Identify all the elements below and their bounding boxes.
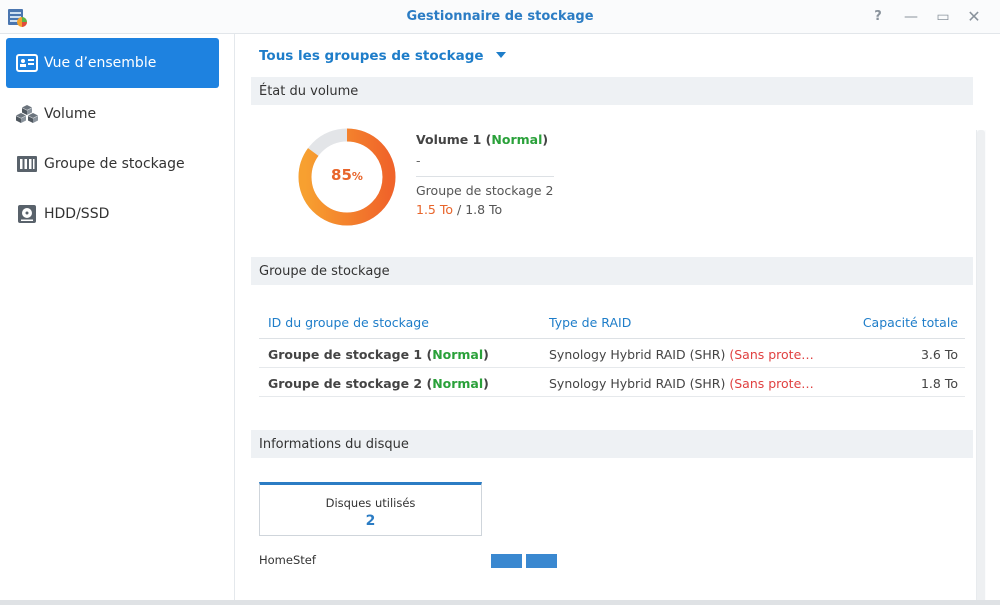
minimize-button[interactable]: — <box>901 7 921 27</box>
title-bar: Gestionnaire de stockage ? — ▭ ✕ <box>0 0 1000 34</box>
storage-group-selector[interactable]: Tous les groupes de stockage <box>259 48 506 64</box>
window-bottom-edge <box>0 600 1000 605</box>
sidebar: Vue d’ensemble Volume Groupe de stockage <box>0 34 235 605</box>
maximize-button[interactable]: ▭ <box>933 7 953 27</box>
raid-type: Synology Hybrid RAID (SHR) <box>549 347 726 362</box>
host-name: HomeStef <box>259 553 316 567</box>
table-row[interactable]: Groupe de stockage 1 (Normal) Synology H… <box>259 339 965 368</box>
close-button[interactable]: ✕ <box>964 7 984 27</box>
disk-info-header: Informations du disque <box>251 430 973 458</box>
column-header-raid[interactable]: Type de RAID <box>549 315 631 330</box>
usage-percent-unit: % <box>351 170 363 183</box>
storage-pool-header: Groupe de stockage <box>251 257 973 285</box>
usage-percent-value: 85 <box>331 166 352 184</box>
section-title: État du volume <box>259 84 359 99</box>
section-title: Groupe de stockage <box>259 264 390 279</box>
volume-usage-percent: 85% <box>292 166 402 184</box>
volume-name-line[interactable]: Volume 1 (Normal) <box>416 132 556 147</box>
overview-icon <box>16 54 38 72</box>
raid-protection-note: (Sans prote… <box>729 376 814 391</box>
column-header-id[interactable]: ID du groupe de stockage <box>268 315 429 330</box>
disk-slot-2[interactable] <box>526 554 557 568</box>
sidebar-item-label: Vue d’ensemble <box>44 55 157 71</box>
sidebar-item-hdd-ssd[interactable]: HDD/SSD <box>6 189 219 239</box>
volume-used: 1.5 To <box>416 202 454 217</box>
disks-used-card: Disques utilisés 2 <box>259 482 482 536</box>
hdd-icon <box>18 205 36 223</box>
pool-raid-cell: Synology Hybrid RAID (SHR) (Sans prote… <box>549 376 814 391</box>
volume-status: Normal <box>491 132 543 147</box>
pool-capacity: 3.6 To <box>920 347 958 362</box>
storage-group-selector-label: Tous les groupes de stockage <box>259 48 484 64</box>
table-row[interactable]: Groupe de stockage 2 (Normal) Synology H… <box>259 368 965 397</box>
pool-raid-cell: Synology Hybrid RAID (SHR) (Sans prote… <box>549 347 814 362</box>
volume-name: Volume 1 <box>416 132 482 147</box>
sidebar-item-storage-pool[interactable]: Groupe de stockage <box>6 139 219 189</box>
volume-status-header: État du volume <box>251 77 973 105</box>
disk-slot-1[interactable] <box>491 554 522 568</box>
sidebar-item-overview[interactable]: Vue d’ensemble <box>6 38 219 88</box>
section-title: Informations du disque <box>259 437 409 452</box>
chevron-down-icon <box>495 52 506 58</box>
storage-pool-table: ID du groupe de stockage Type de RAID Ca… <box>259 311 965 397</box>
volume-info: Volume 1 (Normal) - Groupe de stockage 2… <box>416 132 556 217</box>
volume-description: - <box>416 153 421 168</box>
raid-type: Synology Hybrid RAID (SHR) <box>549 376 726 391</box>
pool-status: Normal <box>432 376 484 391</box>
pool-status: Normal <box>432 347 484 362</box>
raid-protection-note: (Sans prote… <box>729 347 814 362</box>
disks-used-label: Disques utilisés <box>325 496 416 510</box>
help-button[interactable]: ? <box>868 7 888 27</box>
sidebar-item-label: Groupe de stockage <box>44 156 185 172</box>
volume-usage-separator: / <box>453 202 466 217</box>
divider <box>416 176 554 177</box>
storage-pool-icon <box>17 156 37 172</box>
main-panel: Tous les groupes de stockage État du vol… <box>236 34 1000 605</box>
pool-capacity: 1.8 To <box>920 376 958 391</box>
volume-total: 1.8 To <box>465 202 503 217</box>
sidebar-item-label: HDD/SSD <box>44 206 110 222</box>
scrollbar-thumb[interactable] <box>977 130 985 605</box>
table-header: ID du groupe de stockage Type de RAID Ca… <box>259 311 965 339</box>
disks-used-value: 2 <box>365 513 376 529</box>
pool-name: Groupe de stockage 1 <box>268 347 423 362</box>
volume-usage-line: 1.5 To / 1.8 To <box>416 202 556 217</box>
sidebar-item-label: Volume <box>44 106 97 122</box>
cubes-icon <box>16 105 38 123</box>
pool-id-cell: Groupe de stockage 2 (Normal) <box>268 376 489 391</box>
pool-name: Groupe de stockage 2 <box>268 376 423 391</box>
column-header-capacity[interactable]: Capacité totale <box>863 315 958 330</box>
pool-id-cell: Groupe de stockage 1 (Normal) <box>268 347 489 362</box>
sidebar-item-volume[interactable]: Volume <box>6 89 219 139</box>
volume-pool-name: Groupe de stockage 2 <box>416 183 554 198</box>
window-title: Gestionnaire de stockage <box>406 9 594 24</box>
